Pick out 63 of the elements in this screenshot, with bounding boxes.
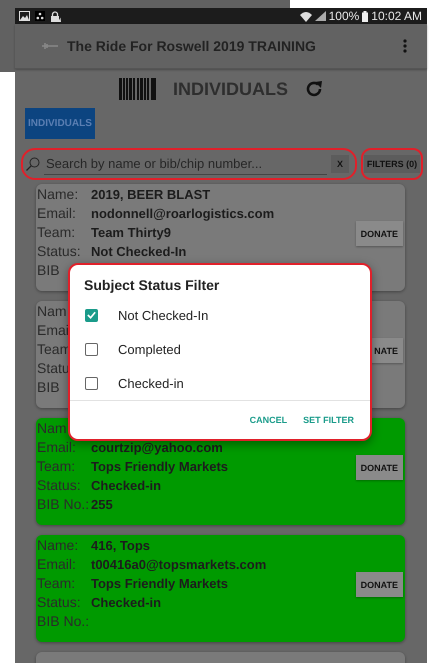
field-label: Email:: [37, 205, 77, 221]
barcode-icon: [118, 78, 156, 100]
field-value: Tops Friendly Markets: [91, 576, 228, 591]
field-value: Checked-in: [91, 478, 162, 493]
field-label: Name:: [37, 186, 80, 202]
checkbox[interactable]: [85, 308, 98, 322]
field-label: Status:: [37, 594, 82, 610]
field-label: Team:: [37, 575, 76, 591]
app-title: The Ride For Roswell 2019 TRAINING: [67, 38, 317, 54]
field-value: nodonnell@roarlogistics.com: [91, 206, 274, 221]
search-field[interactable]: Search by name or bib/chip number...: [44, 154, 327, 174]
page-title: INDIVIDUALS: [172, 78, 288, 100]
battery-icon: [362, 10, 368, 22]
donate-button[interactable]: NATE: [369, 338, 403, 363]
wifi-icon: [300, 10, 312, 22]
tab[interactable]: INDIVIDUALS: [25, 108, 95, 139]
field-label: BIB No.:: [37, 496, 90, 512]
field-label: Statu: [37, 360, 71, 376]
checkbox[interactable]: [85, 376, 98, 390]
field-label: Email:: [37, 556, 77, 572]
field-value: courtzip@yahoo.com: [91, 440, 223, 455]
field-label: Emai: [37, 322, 70, 338]
dialog-button[interactable]: CANCEL: [244, 411, 294, 429]
field-label: Team:: [37, 458, 76, 474]
checkbox[interactable]: [85, 342, 98, 356]
field-value: t00416a0@topsmarkets.com: [91, 557, 266, 572]
option-label: Completed: [118, 342, 181, 356]
field-label: Status:: [37, 243, 82, 259]
field-label: Name:: [37, 537, 80, 553]
field-label: BIB: [37, 379, 61, 395]
filters-button[interactable]: FILTERS (0): [364, 155, 420, 173]
donate-button[interactable]: DONATE: [356, 572, 403, 597]
option-label: Checked-in: [118, 376, 184, 390]
battery-percent: 100%: [328, 9, 360, 23]
field-label: Status:: [37, 477, 82, 493]
field-value: Not Checked-In: [91, 244, 186, 259]
field-label: Team:: [37, 224, 76, 240]
field-label: Nam: [37, 420, 68, 436]
field-label: Email:: [37, 439, 77, 455]
dialog-title: Subject Status Filter: [83, 277, 220, 295]
app-logo-icon: [42, 42, 58, 50]
donate-button[interactable]: DONATE: [356, 221, 403, 246]
field-value: Team Thirty9: [91, 225, 171, 240]
donate-button[interactable]: DONATE: [356, 455, 403, 480]
image-icon: [19, 11, 30, 21]
dialog-button[interactable]: SET FILTER: [297, 411, 360, 429]
field-value: 255: [91, 497, 113, 512]
field-label: BIB: [37, 262, 61, 278]
signal-icon: [314, 11, 326, 21]
dots-icon: [35, 11, 45, 21]
field-label: Nam: [37, 303, 68, 319]
lock-icon: [50, 10, 61, 22]
search-icon: [26, 157, 40, 171]
clock: 10:02 AM: [371, 9, 422, 23]
option-label: Not Checked-In: [118, 308, 208, 322]
field-value: 2019, BEER BLAST: [91, 187, 210, 202]
menu-icon: [403, 39, 407, 53]
field-value: Tops Friendly Markets: [91, 459, 228, 474]
refresh-icon: [305, 80, 323, 98]
field-value: Checked-in: [91, 595, 162, 610]
field-value: 416, Tops: [91, 538, 150, 553]
clear-button[interactable]: X: [330, 155, 349, 173]
field-label: BIB No.:: [37, 613, 90, 629]
